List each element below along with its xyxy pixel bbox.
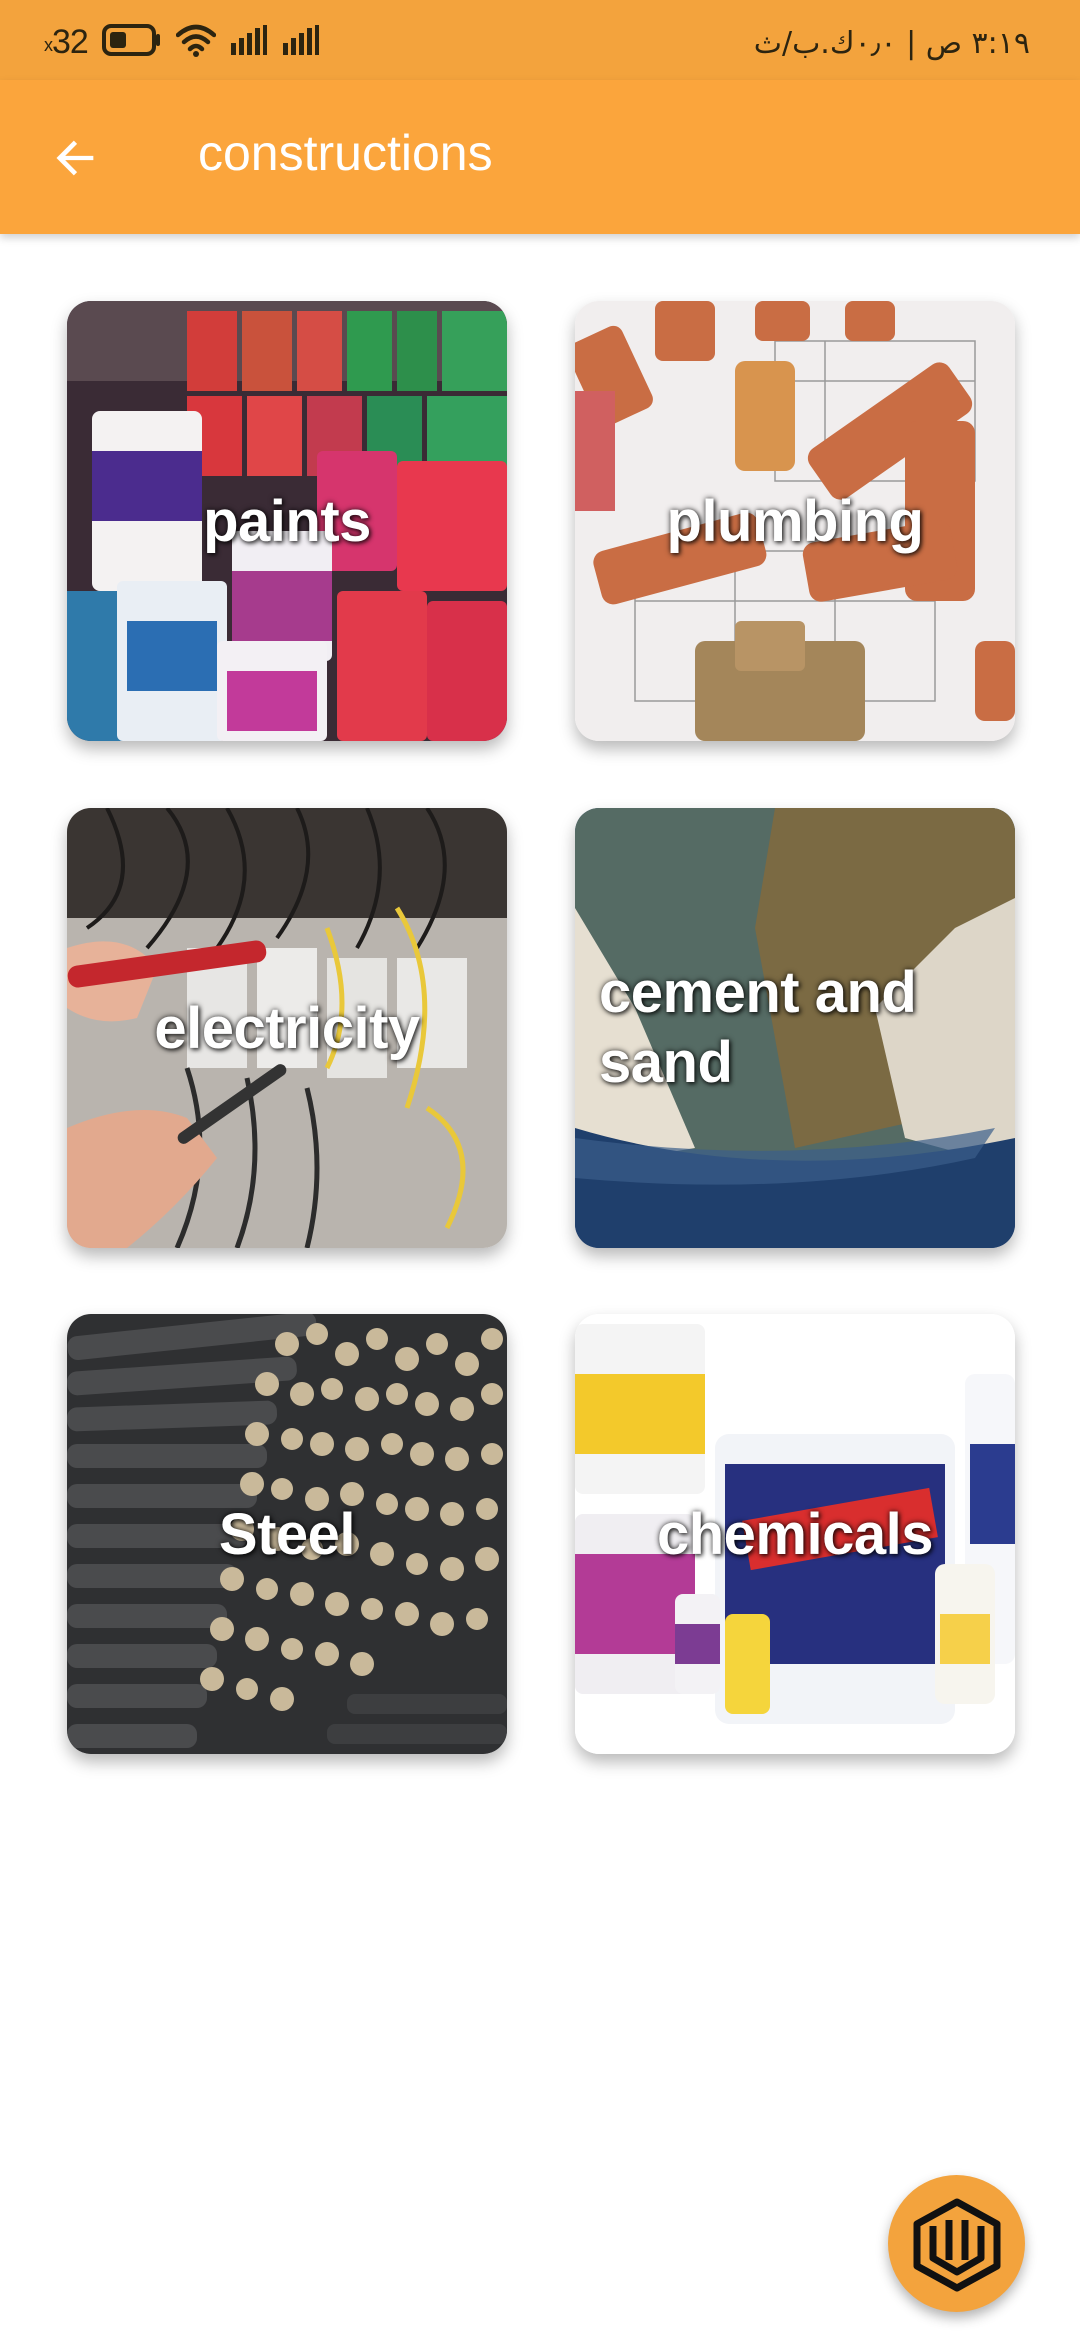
arrow-back-icon [56,140,94,176]
category-label: Steel [218,1501,356,1567]
category-label: cement and sand [599,960,917,1095]
app-bar: constructions [0,80,1080,234]
status-icons: x32 [44,22,320,62]
category-card-steel[interactable]: Steel [67,1314,507,1754]
category-label: electricity [154,995,420,1061]
page-title: constructions [198,125,493,181]
category-card-chemicals[interactable]: chemicals [575,1314,1015,1754]
battery-icon [101,23,162,62]
category-card-paints[interactable]: paints [67,301,507,741]
signal-icon-2 [282,24,320,60]
back-button[interactable] [38,120,114,196]
category-label: paints [203,488,371,554]
battery-percentage: x32 [44,22,89,61]
status-bar: x32 ٣:١٩ ص | ٠٫٠ك.ب/ث [0,0,1080,80]
category-card-electricity[interactable]: electricity [67,808,507,1248]
category-card-cement-and-sand[interactable]: cement and sand [575,808,1015,1248]
category-label: chemicals [656,1501,934,1567]
category-label: plumbing [666,488,924,554]
category-card-plumbing[interactable]: plumbing [575,301,1015,741]
brand-logo-icon [913,2198,1000,2291]
wifi-icon [175,23,217,62]
brand-fab-button[interactable] [888,2175,1025,2312]
signal-icon [230,24,268,60]
status-time-speed: ٣:١٩ ص | ٠٫٠ك.ب/ث [753,26,1030,61]
